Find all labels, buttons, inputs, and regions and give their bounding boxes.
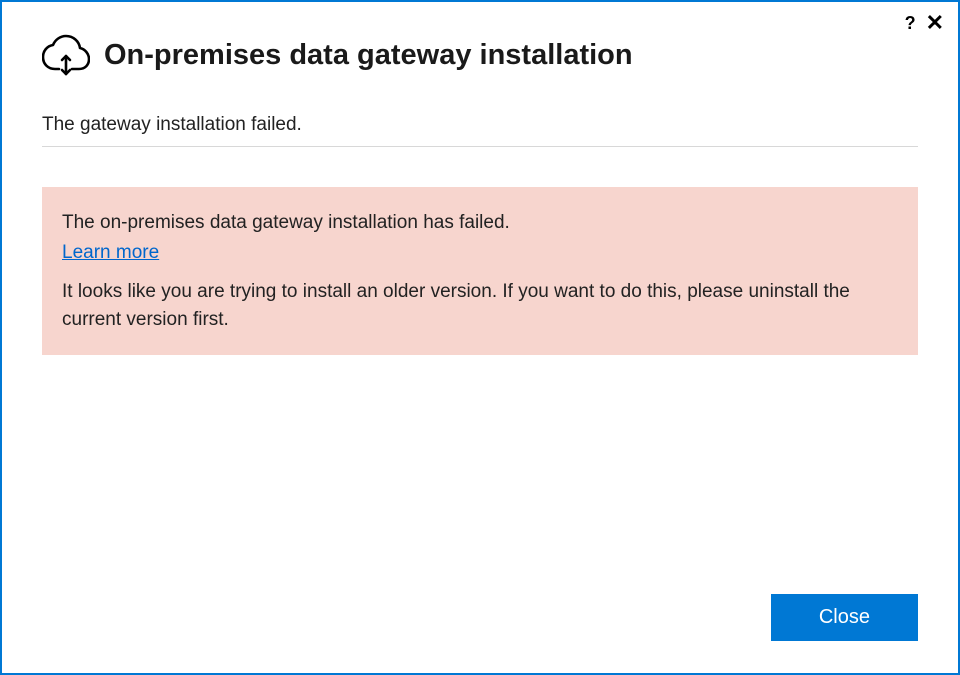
- error-detail: It looks like you are trying to install …: [62, 278, 898, 333]
- status-message: The gateway installation failed.: [42, 114, 918, 147]
- installer-window: ? ✕ On-premises data gateway installatio…: [0, 0, 960, 675]
- error-title: The on-premises data gateway installatio…: [62, 209, 898, 237]
- titlebar-controls: ? ✕: [905, 12, 944, 34]
- help-icon[interactable]: ?: [905, 14, 916, 32]
- cloud-gateway-icon: [42, 34, 90, 76]
- learn-more-link[interactable]: Learn more: [62, 239, 159, 267]
- content-area: The gateway installation failed. The on-…: [2, 84, 958, 594]
- header: On-premises data gateway installation: [2, 2, 958, 84]
- window-close-icon[interactable]: ✕: [926, 12, 944, 34]
- close-button[interactable]: Close: [771, 594, 918, 641]
- footer: Close: [2, 594, 958, 673]
- error-panel: The on-premises data gateway installatio…: [42, 187, 918, 355]
- page-title: On-premises data gateway installation: [104, 38, 633, 73]
